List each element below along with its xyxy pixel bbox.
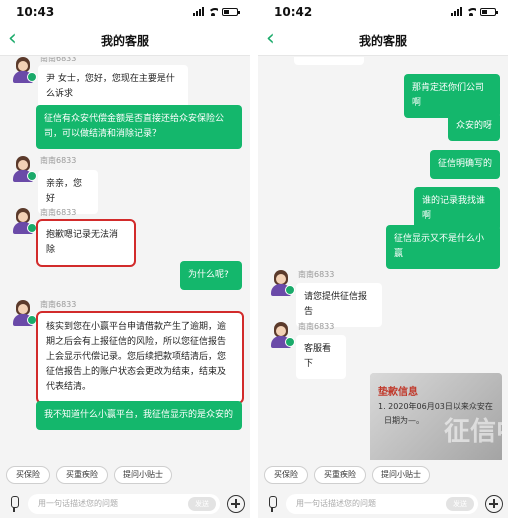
agent-avatar [268,270,295,296]
plus-icon[interactable] [485,495,503,513]
status-bar: 10:42 [258,0,508,24]
agent-name: 南南6833 [298,270,335,279]
microphone-icon[interactable] [9,496,19,512]
agent-name: 南南6833 [298,322,335,331]
quick-reply-chip[interactable]: 买保险 [6,466,50,484]
wifi-icon [208,7,218,16]
agent-name: 南南6833 [40,300,77,309]
agent-name: 南南6833 [40,156,77,165]
user-message: 众安的呀 [448,112,500,141]
credit-report-image[interactable]: 垫款信息 1. 2020年06月03日以来众安在 日期为—。 征信中 [370,373,502,460]
battery-icon [480,8,498,16]
nav-bar: ‹ 我的客服 [0,24,250,56]
left-phone-screen: 10:43 ‹ 我的客服 南南6833 尹 女士，您好，您现在主要是什么诉求 征… [0,0,250,518]
signal-icon [451,7,462,16]
user-message: 征信显示又不是什么小赢 [386,225,500,269]
input-placeholder: 用一句话描述您的问题 [38,499,118,508]
agent-avatar [10,208,37,234]
right-phone-screen: 10:42 ‹ 我的客服 那肯定还你们公司啊 众安的呀 征信明确写的 谁的记录我… [258,0,508,518]
send-button[interactable]: 发送 [188,497,216,511]
input-bar: 用一句话描述您的问题 发送 [258,490,508,518]
plus-icon[interactable] [227,495,245,513]
agent-avatar [10,300,37,326]
quick-reply-bar: 买保险 买重疾险 提问小贴士 [0,460,250,486]
status-bar: 10:43 [0,0,250,24]
agent-name: 南南6833 [40,57,77,63]
user-message: 征信有众安代偿金额是否直接还给众安保险公司，可以做结清和消除记录？ [36,105,242,149]
quick-reply-chip[interactable]: 买重疾险 [56,466,108,484]
agent-avatar [10,57,37,83]
status-time: 10:42 [274,5,313,19]
input-placeholder: 用一句话描述您的问题 [296,499,376,508]
status-time: 10:43 [16,5,55,19]
quick-reply-chip[interactable]: 买保险 [264,466,308,484]
quick-reply-bar: 买保险 买重疾险 提问小贴士 [258,460,508,486]
agent-message-partial [294,57,364,65]
send-button[interactable]: 发送 [446,497,474,511]
page-title: 我的客服 [100,34,149,48]
image-watermark: 征信中 [444,417,502,447]
agent-avatar [10,156,37,182]
wifi-icon [466,7,476,16]
agent-message: 尹 女士，您好，您现在主要是什么诉求 [38,65,188,109]
page-title: 我的客服 [358,34,407,48]
agent-name: 南南6833 [40,208,77,217]
signal-icon [193,7,204,16]
chat-area[interactable]: 南南6833 尹 女士，您好，您现在主要是什么诉求 征信有众安代偿金额是否直接还… [0,57,250,460]
image-title-text: 垫款信息 [378,387,418,398]
user-message: 我不知道什么小赢平台，我征信显示的是众安的 [36,401,242,430]
image-text-line: 日期为—。 [384,416,424,425]
quick-reply-chip[interactable]: 买重疾险 [314,466,366,484]
agent-message-highlighted: 抱歉嗯记录无法消除 [36,219,136,267]
agent-message-highlighted: 核实到您在小赢平台申请借款产生了逾期，逾期之后会有上报征信的风险，所以您征信报告… [36,311,244,404]
quick-reply-chip[interactable]: 提问小贴士 [114,466,172,484]
agent-avatar [268,322,295,348]
message-input[interactable]: 用一句话描述您的问题 发送 [286,494,478,514]
screenshot-divider [250,0,258,518]
message-input[interactable]: 用一句话描述您的问题 发送 [28,494,220,514]
nav-bar: ‹ 我的客服 [258,24,508,56]
input-bar: 用一句话描述您的问题 发送 [0,490,250,518]
chat-area[interactable]: 那肯定还你们公司啊 众安的呀 征信明确写的 谁的记录我找谁啊 征信显示又不是什么… [258,57,508,460]
user-message: 征信明确写的 [430,150,500,179]
quick-reply-chip[interactable]: 提问小贴士 [372,466,430,484]
microphone-icon[interactable] [267,496,277,512]
user-message: 为什么呢? [180,261,242,290]
battery-icon [222,8,240,16]
agent-message: 客服看下 [296,335,346,379]
